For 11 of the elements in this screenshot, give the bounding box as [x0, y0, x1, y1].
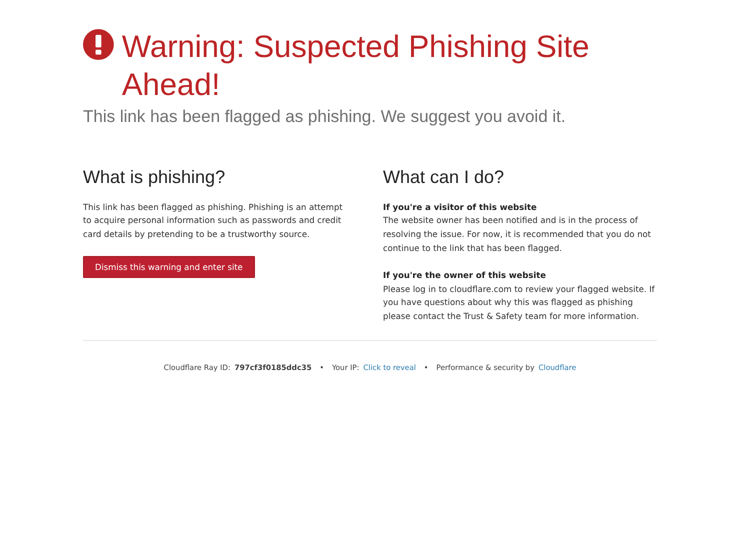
dismiss-button[interactable]: Dismiss this warning and enter site	[83, 256, 255, 278]
subheading: If you're the owner of this website	[383, 269, 547, 282]
paragraph: The website owner has been notified and is in the process of resolving the issue. For now, it is recommended that you do not continue to the link that has been flagged.	[383, 214, 652, 255]
subtitle: This link has been flagged as phishing. We suggest you avoid it.	[83, 106, 567, 128]
paragraph: Please log in to cloudflare.com to review your flagged website. If you have questions about why this was flagged as phishing please contact the Trust & Safety team for more information.	[383, 282, 656, 323]
section-heading: What is phishing?	[83, 167, 226, 189]
warning-icon	[83, 28, 114, 61]
paragraph: This link has been flagged as phishing. Phishing is an attempt to acquire personal information such as passwords and credit card details by pretending to be a trustworthy source.	[83, 200, 344, 241]
subheading: If you're a visitor of this website	[383, 200, 538, 214]
section-heading: What can I do?	[383, 167, 506, 189]
page-title: Warning: Suspected Phishing Site Ahead!	[122, 28, 590, 104]
